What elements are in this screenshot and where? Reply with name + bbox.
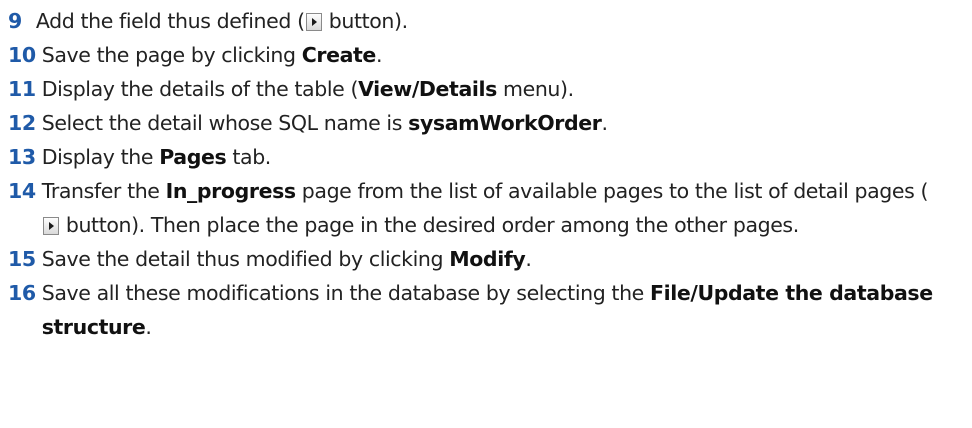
step-item: 9 Add the field thus defined ( button). <box>8 4 972 38</box>
step-text-segment: Save all these modifications in the data… <box>41 281 650 305</box>
step-number: 9 <box>8 9 22 33</box>
step-item: 13 Display the Pages tab. <box>8 140 972 174</box>
step-text-segment: Display the <box>41 145 160 169</box>
step-text-segment: page from the list of available pages to… <box>295 179 929 203</box>
step-emphasis: Modify <box>449 247 526 271</box>
step-item: 11 Display the details of the table (View… <box>8 72 972 106</box>
step-number: 10 <box>8 43 36 67</box>
step-text-segment: menu). <box>496 77 574 101</box>
step-text-segment: Transfer the <box>41 179 166 203</box>
step-item: 12 Select the detail whose SQL name is sy… <box>8 106 972 140</box>
step-number: 13 <box>8 145 36 169</box>
step-text: Select the detail whose SQL name is sysa… <box>42 106 972 140</box>
arrow-right-button-icon <box>42 217 59 235</box>
step-text: Save the detail thus modified by clickin… <box>42 242 972 276</box>
step-text-segment: Save the detail thus modified by clickin… <box>41 247 450 271</box>
step-text-segment: Select the detail whose SQL name is <box>41 111 409 135</box>
step-emphasis: sysamWorkOrder <box>408 111 602 135</box>
step-item: 10 Save the page by clicking Create. <box>8 38 972 72</box>
step-emphasis: View/Details <box>358 77 497 101</box>
step-number: 16 <box>8 281 36 305</box>
step-item: 14 Transfer the In_progress page from the… <box>8 174 972 242</box>
step-number: 11 <box>8 77 36 101</box>
step-number: 14 <box>8 179 36 203</box>
step-text-segment: tab. <box>226 145 271 169</box>
step-text-segment: Display the details of the table ( <box>41 77 359 101</box>
step-emphasis: In_progress <box>165 179 296 203</box>
step-item: 15 Save the detail thus modified by click… <box>8 242 972 276</box>
step-number: 15 <box>8 247 36 271</box>
arrow-right-button-icon <box>305 13 322 31</box>
step-text-segment: . <box>525 247 532 271</box>
step-text: Save the page by clicking Create. <box>42 38 972 72</box>
step-text-segment: button). <box>322 9 408 33</box>
step-text-segment: Save the page by clicking <box>41 43 302 67</box>
step-text: Display the Pages tab. <box>42 140 972 174</box>
step-text: Save all these modifications in the data… <box>42 276 972 344</box>
step-text-segment: . <box>601 111 608 135</box>
procedure-steps: 9 Add the field thus defined ( button). 10… <box>0 0 972 344</box>
step-text: Transfer the In_progress page from the l… <box>42 174 972 242</box>
step-number: 12 <box>8 111 36 135</box>
step-text: Add the field thus defined ( button). <box>36 4 972 38</box>
step-emphasis: Pages <box>159 145 227 169</box>
step-text: Display the details of the table (View/D… <box>42 72 972 106</box>
step-emphasis: Create <box>301 43 377 67</box>
step-text-segment: Add the field thus defined ( <box>35 9 305 33</box>
step-text-segment: button). Then place the page in the desi… <box>59 213 799 237</box>
step-text-segment: . <box>375 43 383 67</box>
step-item: 16 Save all these modifications in the da… <box>8 276 972 344</box>
step-text-segment: . <box>145 315 152 339</box>
